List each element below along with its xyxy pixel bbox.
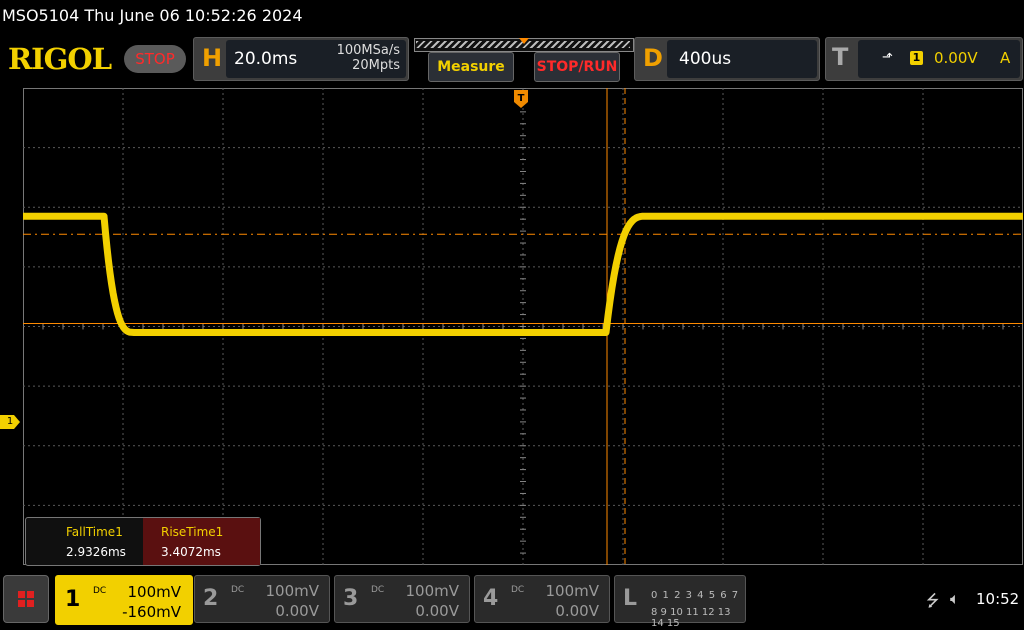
channel-offset: 0.00V xyxy=(275,602,319,620)
title-text: MSO5104 Thu June 06 10:52:26 2024 xyxy=(2,6,303,25)
ch1-offset-marker[interactable]: 1 xyxy=(0,415,20,429)
measurement-item[interactable]: RiseTime1 3.4072ms xyxy=(143,518,260,565)
measure-button-label: Measure xyxy=(437,59,505,75)
waveform-svg xyxy=(23,88,1023,565)
horizontal-letter: H xyxy=(202,44,223,72)
clock: 10:52 xyxy=(976,590,1020,608)
bottom-bar: 1 DC 100mV -160mV 2 DC 100mV 0.00V 3 DC … xyxy=(0,572,1024,630)
dc-coupling-icon: DC xyxy=(231,585,245,595)
measurement-label: FallTime1 xyxy=(66,525,123,539)
trigger-mode: A xyxy=(1000,49,1011,67)
channel-number: 2 xyxy=(203,586,219,611)
rising-edge-icon: ⬏ xyxy=(882,50,893,65)
logic-channels-row-2: 8 9 10 11 12 13 14 15 xyxy=(651,607,731,629)
menu-grid-icon xyxy=(18,591,25,598)
channel-3-panel[interactable]: 3 DC 100mV 0.00V xyxy=(334,575,470,623)
channel-offset: 0.00V xyxy=(555,602,599,620)
measurement-value: 3.4072ms xyxy=(161,545,221,559)
channel-scale: 100mV xyxy=(405,582,459,600)
menu-grid-icon-cell xyxy=(18,600,25,607)
measurement-item[interactable]: FallTime1 2.9326ms xyxy=(26,518,143,565)
delay-letter: D xyxy=(643,44,663,72)
trigger-t-marker-icon: T xyxy=(514,90,528,108)
menu-grid-icon-cell xyxy=(27,591,34,598)
horizontal-inner: 20.0ms 100MSa/s 20Mpts xyxy=(226,40,406,78)
run-state-badge[interactable]: STOP xyxy=(124,45,186,73)
menu-grid-icon-cell xyxy=(27,600,34,607)
horizontal-panel[interactable]: H 20.0ms 100MSa/s 20Mpts xyxy=(193,37,409,81)
stop-run-button-label: STOP/RUN xyxy=(536,59,618,75)
home-menu-button[interactable] xyxy=(3,575,49,623)
run-state-label: STOP xyxy=(135,50,175,68)
dc-coupling-icon: DC xyxy=(511,585,525,595)
waveform-display[interactable] xyxy=(23,88,1023,565)
trigger-source-badge: 1 xyxy=(910,51,923,65)
title-bar: MSO5104 Thu June 06 10:52:26 2024 xyxy=(0,0,1024,34)
channel-offset: 0.00V xyxy=(415,602,459,620)
trigger-level: 0.00V xyxy=(934,49,978,67)
logic-channels-row-1: 0 1 2 3 4 5 6 7 xyxy=(651,590,740,601)
rigol-logo: RIGOL xyxy=(8,42,112,76)
measurement-results[interactable]: FallTime1 2.9326ms RiseTime1 3.4072ms xyxy=(25,517,261,566)
channel-number: 3 xyxy=(343,586,359,611)
memory-depth: 20Mpts xyxy=(352,58,400,73)
channel-number: 4 xyxy=(483,586,499,611)
svg-text:T: T xyxy=(518,93,525,104)
trigger-position-icon xyxy=(519,38,529,44)
channel-scale: 100mV xyxy=(265,582,319,600)
sample-rate-block: 100MSa/s 20Mpts xyxy=(337,43,400,73)
header-bar: RIGOL STOP H 20.0ms 100MSa/s 20Mpts Meas… xyxy=(0,34,1024,84)
measurement-value: 2.9326ms xyxy=(66,545,126,559)
trigger-panel[interactable]: T ⬏ 1 0.00V A xyxy=(825,37,1023,81)
channel-scale: 100mV xyxy=(127,583,181,601)
measure-button[interactable]: Measure xyxy=(428,52,514,82)
channel-4-panel[interactable]: 4 DC 100mV 0.00V xyxy=(474,575,610,623)
dc-coupling-icon: DC xyxy=(371,585,385,595)
delay-inner: 400us xyxy=(667,40,817,78)
channel-2-panel[interactable]: 2 DC 100mV 0.00V xyxy=(194,575,330,623)
measurement-label: RiseTime1 xyxy=(161,525,224,539)
usb-icon[interactable]: ⭍ xyxy=(926,590,939,617)
dc-coupling-icon: DC xyxy=(93,586,107,596)
timebase-value: 20.0ms xyxy=(234,49,298,69)
channel-number: 1 xyxy=(65,587,81,612)
stop-run-button[interactable]: STOP/RUN xyxy=(534,52,620,82)
delay-panel[interactable]: D 400us xyxy=(634,37,820,81)
logic-analyzer-panel[interactable]: L 0 1 2 3 4 5 6 7 8 9 10 11 12 13 14 15 xyxy=(614,575,746,629)
logic-letter: L xyxy=(623,586,638,611)
trigger-letter: T xyxy=(832,43,849,71)
sample-rate: 100MSa/s xyxy=(336,43,400,58)
trigger-inner: ⬏ 1 0.00V A xyxy=(858,40,1020,78)
delay-value: 400us xyxy=(679,49,732,69)
speaker-icon[interactable]: 🔈︎ xyxy=(950,589,960,609)
channel-scale: 100mV xyxy=(545,582,599,600)
channel-offset: -160mV xyxy=(122,603,181,621)
channel-1-panel[interactable]: 1 DC 100mV -160mV xyxy=(55,575,193,625)
